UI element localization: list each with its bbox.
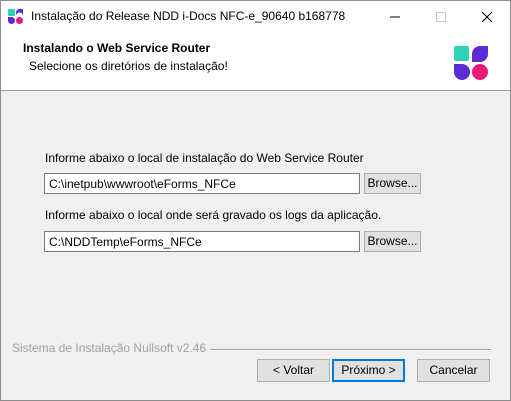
installer-branding: Sistema de Instalação Nullsoft v2.46	[12, 341, 211, 355]
close-icon	[482, 11, 492, 22]
router-path-input[interactable]: C:\inetpub\wwwroot\eForms_NFCe	[44, 173, 360, 194]
minimize-icon	[390, 16, 400, 17]
maximize-button	[418, 1, 464, 32]
router-browse-button[interactable]: Browse...	[364, 173, 421, 194]
product-logo-icon	[454, 46, 488, 80]
back-button[interactable]: < Voltar	[257, 359, 330, 382]
logs-path-label: Informe abaixo o local onde será gravado…	[45, 208, 382, 222]
app-logo-icon	[8, 9, 23, 24]
title-bar[interactable]: Instalação do Release NDD i-Docs NFC-e_9…	[1, 1, 510, 32]
next-button[interactable]: Próximo >	[332, 359, 405, 382]
page-subtitle: Selecione os diretórios de instalação!	[29, 59, 228, 73]
installer-window: Instalação do Release NDD i-Docs NFC-e_9…	[0, 0, 511, 401]
minimize-button[interactable]	[372, 1, 418, 32]
cancel-button[interactable]: Cancelar	[417, 359, 490, 382]
router-path-label: Informe abaixo o local de instalação do …	[45, 151, 364, 165]
logs-browse-button[interactable]: Browse...	[364, 231, 421, 252]
logs-path-input[interactable]: C:\NDDTemp\eForms_NFCe	[44, 231, 360, 252]
page-title: Instalando o Web Service Router	[23, 41, 211, 55]
wizard-header: Instalando o Web Service Router Selecion…	[1, 32, 510, 91]
close-button[interactable]	[464, 1, 510, 32]
window-title: Instalação do Release NDD i-Docs NFC-e_9…	[31, 9, 346, 23]
maximize-icon	[436, 11, 446, 22]
